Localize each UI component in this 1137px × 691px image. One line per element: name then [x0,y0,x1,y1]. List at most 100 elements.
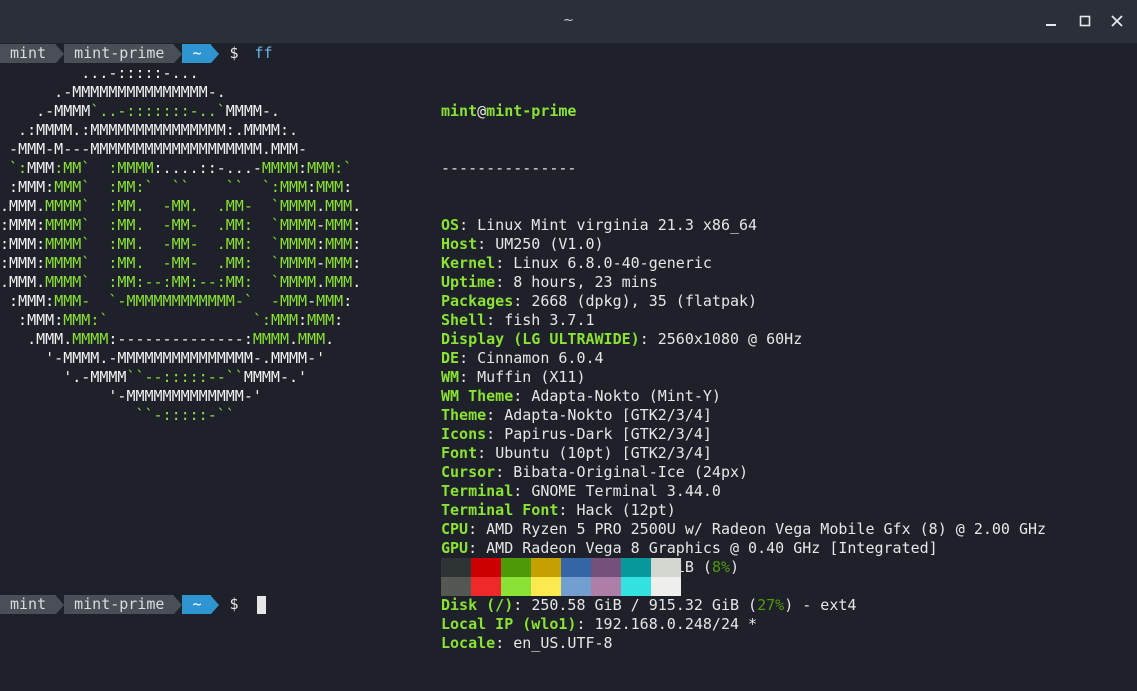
color-swatch [471,558,501,577]
info-row: WM Theme: Adapta-Nokto (Mint-Y) [441,387,721,405]
info-value: 250.58 GiB / 915.32 GiB ( [531,596,758,614]
text-cursor[interactable] [256,595,266,614]
info-value: Muffin (X11) [477,368,586,386]
prompt-host: mint-prime [64,44,175,63]
info-row: DE: Cinnamon 6.0.4 [441,349,604,367]
color-swatch [501,577,531,596]
info-value: Linux Mint virginia 21.3 x86_64 [477,216,758,234]
info-value: UM250 (V1.0) [495,235,604,253]
info-key: Locale [441,634,496,652]
info-value: Adapta-Nokto [GTK2/3/4] [504,406,712,424]
prompt-separator [174,595,183,614]
color-swatch [441,577,471,596]
logo-line: `:MMM:MM` :MMMM:....::-...-MMMM:MMM:` [0,159,353,177]
prompt-dir: ~ [182,44,212,63]
terminal-window: ~ mint mint-prime ~ $ ff ...-:::::-... .… [0,0,1137,652]
info-row: Shell: fish 3.7.1 [441,311,595,329]
color-swatch [501,558,531,577]
logo-line: :MMM:MMM` :MM:` `` `` `:MMM:MMM: [0,178,353,196]
info-value: Papirus-Dark [GTK2/3/4] [504,425,712,443]
info-value: Linux 6.8.0-40-generic [513,254,712,272]
info-row: Display (LG ULTRAWIDE): 2560x1080 @ 60Hz [441,330,803,348]
palette-bright [441,577,681,596]
info-value: Cinnamon 6.0.4 [477,349,604,367]
info-key: Host [441,235,478,253]
info-row: Packages: 2668 (dpkg), 35 (flatpak) [441,292,758,310]
color-swatch [561,558,591,577]
logo-line: ...-:::::-... [0,64,199,82]
system-info: mint@mint-prime --------------- OS: Linu… [441,64,1046,691]
info-value: Ubuntu (10pt) [GTK2/3/4] [495,444,712,462]
info-row: Font: Ubuntu (10pt) [GTK2/3/4] [441,444,712,462]
info-key: Local IP (wlo1) [441,615,577,633]
prompt-user: mint [0,595,57,614]
color-palette [441,558,681,596]
info-key: Uptime [441,273,496,291]
prompt-line: mint mint-prime ~ $ [0,595,266,614]
prompt-separator [56,595,65,614]
info-user: mint [441,102,478,120]
color-swatch [471,577,501,596]
color-swatch [441,558,471,577]
info-row: OS: Linux Mint virginia 21.3 x86_64 [441,216,758,234]
color-swatch [621,577,651,596]
info-row: GPU: AMD Radeon Vega 8 Graphics @ 0.40 G… [441,539,938,557]
logo-line: '-MMMM.-MMMMMMMMMMMMMMM-.MMMM-' [0,349,326,367]
info-host: mint-prime [486,102,577,120]
info-key: Disk (/) [441,596,514,614]
info-value: fish 3.7.1 [504,311,595,329]
info-row: CPU: AMD Ryzen 5 PRO 2500U w/ Radeon Veg… [441,520,1047,538]
palette-normal [441,558,681,577]
logo-line: .MMM.MMMM:--------------:MMMM.MMM. [0,330,335,348]
color-swatch [531,577,561,596]
window-title: ~ [563,13,574,28]
info-row: Terminal: GNOME Terminal 3.44.0 [441,482,721,500]
info-value: Hack (12pt) [576,501,676,519]
prompt-user: mint [0,44,57,63]
logo-line: :MMM:MMMM` :MM. -MM- .MM: `MMMM:MMM: [0,235,362,253]
info-title: mint@mint-prime [441,102,1046,121]
info-key: CPU [441,520,469,538]
color-swatch [621,558,651,577]
prompt-separator [56,44,65,63]
prompt-symbol: $ [229,595,239,613]
color-swatch [531,558,561,577]
prompt-symbol: $ [229,44,239,62]
info-value: 192.168.0.248/24 * [594,615,758,633]
minimize-icon[interactable] [1040,10,1062,32]
logo-line: '-MMMMMMMMMMMMM-' [0,387,262,405]
logo-line: .:MMMM.:MMMMMMMMMMMMMMM:.MMMM:. [0,121,299,139]
maximize-icon[interactable] [1074,10,1096,32]
info-at: @ [477,102,487,120]
info-row: Terminal Font: Hack (12pt) [441,501,676,519]
logo-line: -MMM-M---MMMMMMMMMMMMMMMMMMM.MMM- [0,140,308,158]
info-row: Cursor: Bibata-Original-Ice (24px) [441,463,749,481]
logo-line: :MMM:MMMM` :MM. -MM- .MM: `MMMM-MMM: [0,216,362,234]
color-swatch [651,577,681,596]
info-key: Font [441,444,478,462]
info-value: en_US.UTF-8 [513,634,613,652]
info-value: GNOME Terminal 3.44.0 [531,482,721,500]
info-row: Disk (/): 250.58 GiB / 915.32 GiB (27%) … [441,596,857,614]
info-row: WM: Muffin (X11) [441,368,586,386]
close-icon[interactable] [1106,10,1128,32]
info-row: Host: UM250 (V1.0) [441,235,604,253]
logo-line: :MMM:MMM- `-MMMMMMMMMMMM-` -MMM-MMM: [0,292,353,310]
color-swatch [591,577,621,596]
info-key: WM Theme [441,387,514,405]
prompt-line: mint mint-prime ~ $ ff [0,44,273,63]
logo-line: .MMM.MMMM` :MM. -MM. .MM- `MMMM.MMM. [0,197,362,215]
info-row: Locale: en_US.UTF-8 [441,634,613,652]
info-value: 2668 (dpkg), 35 (flatpak) [531,292,758,310]
title-bar[interactable]: ~ [0,0,1137,44]
logo-line: :MMM:MMM:` `:MMM:MMM: [0,311,344,329]
info-row: Theme: Adapta-Nokto [GTK2/3/4] [441,406,712,424]
info-value: 8 hours, 23 mins [513,273,658,291]
color-swatch [591,558,621,577]
terminal-area[interactable]: mint mint-prime ~ $ ff ...-:::::-... .-M… [0,44,1137,652]
info-value: 2560x1080 @ 60Hz [657,330,803,348]
command-text: ff [254,44,273,62]
info-value: AMD Radeon Vega 8 Graphics @ 0.40 GHz [I… [486,539,938,557]
info-key: OS [441,216,460,234]
info-key: WM [441,368,460,386]
